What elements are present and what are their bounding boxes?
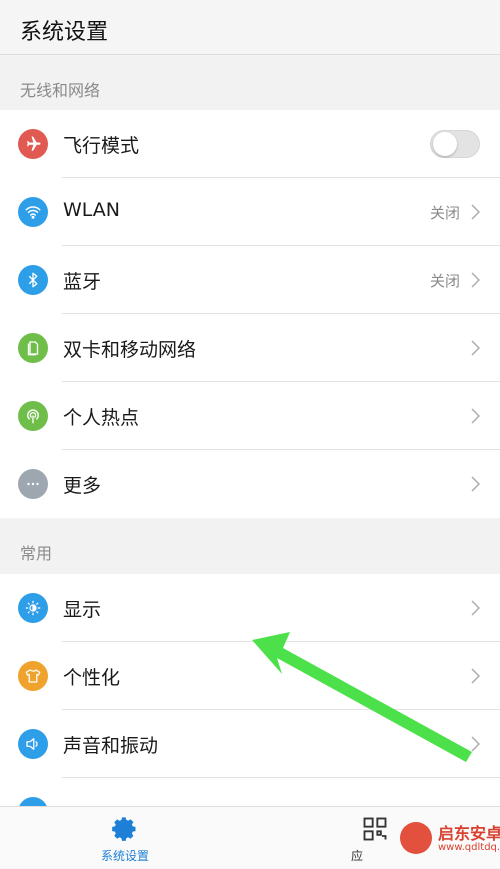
settings-item-bluetooth[interactable]: 蓝牙 关闭: [0, 246, 500, 314]
settings-item-sound[interactable]: 声音和振动: [0, 710, 500, 778]
watermark-logo-icon: [400, 822, 432, 854]
settings-item-label: 更多: [63, 475, 102, 497]
airplane-icon: [18, 129, 48, 159]
settings-item-airplane-mode[interactable]: 飞行模式: [0, 110, 500, 178]
section-header-common: 常用: [0, 519, 500, 574]
settings-item-label: 双卡和移动网络: [63, 339, 197, 361]
tab-label: 应: [351, 849, 364, 863]
brightness-icon: [18, 593, 48, 623]
sim-card-icon: [18, 333, 48, 363]
chevron-right-icon: [471, 272, 481, 288]
watermark: 启东安卓网 www.qdltdq.com: [398, 812, 500, 864]
settings-item-hotspot[interactable]: 个人热点: [0, 382, 500, 450]
section-header-wireless: 无线和网络: [0, 56, 500, 111]
settings-item-label: 飞行模式: [63, 135, 140, 157]
settings-item-label: 个性化: [63, 667, 121, 689]
status-value: 关闭: [429, 204, 460, 222]
section-title: 常用: [20, 544, 53, 563]
tab-label: 系统设置: [101, 849, 150, 863]
settings-item-personalize[interactable]: 个性化: [0, 642, 500, 710]
chevron-right-icon: [471, 736, 481, 752]
chevron-right-icon: [471, 340, 481, 356]
chevron-right-icon: [471, 204, 481, 220]
chevron-right-icon: [471, 668, 481, 684]
chevron-right-icon: [471, 476, 481, 492]
settings-item-label: 蓝牙: [63, 271, 102, 293]
app-header: 系统设置: [0, 0, 500, 55]
tab-system-settings[interactable]: 系统设置: [95, 807, 155, 869]
section-title: 无线和网络: [20, 81, 101, 100]
settings-item-label: 声音和振动: [63, 735, 159, 757]
tshirt-icon: [18, 661, 48, 691]
settings-item-wlan[interactable]: WLAN 关闭: [0, 178, 500, 246]
settings-item-label: WLAN: [63, 199, 121, 221]
apps-grid-icon: [363, 817, 387, 841]
settings-item-label: 个人热点: [63, 407, 140, 429]
tab-apps[interactable]: 应: [351, 807, 395, 869]
speaker-icon: [18, 729, 48, 759]
status-value: 关闭: [429, 272, 460, 290]
settings-item-label: 显示: [63, 599, 102, 621]
more-icon: [18, 469, 48, 499]
chevron-right-icon: [471, 408, 481, 424]
page-title: 系统设置: [20, 20, 109, 45]
gear-icon: [112, 817, 136, 841]
wifi-icon: [18, 197, 48, 227]
watermark-subtitle: www.qdltdq.com: [438, 842, 500, 853]
toggle-knob: [433, 132, 457, 156]
settings-item-display[interactable]: 显示: [0, 574, 500, 642]
settings-item-dual-sim[interactable]: 双卡和移动网络: [0, 314, 500, 382]
settings-item-more[interactable]: 更多: [0, 450, 500, 518]
watermark-title: 启东安卓网: [438, 824, 500, 843]
bluetooth-icon: [18, 265, 48, 295]
hotspot-icon: [18, 401, 48, 431]
airplane-mode-toggle[interactable]: [430, 130, 480, 158]
chevron-right-icon: [471, 600, 481, 616]
